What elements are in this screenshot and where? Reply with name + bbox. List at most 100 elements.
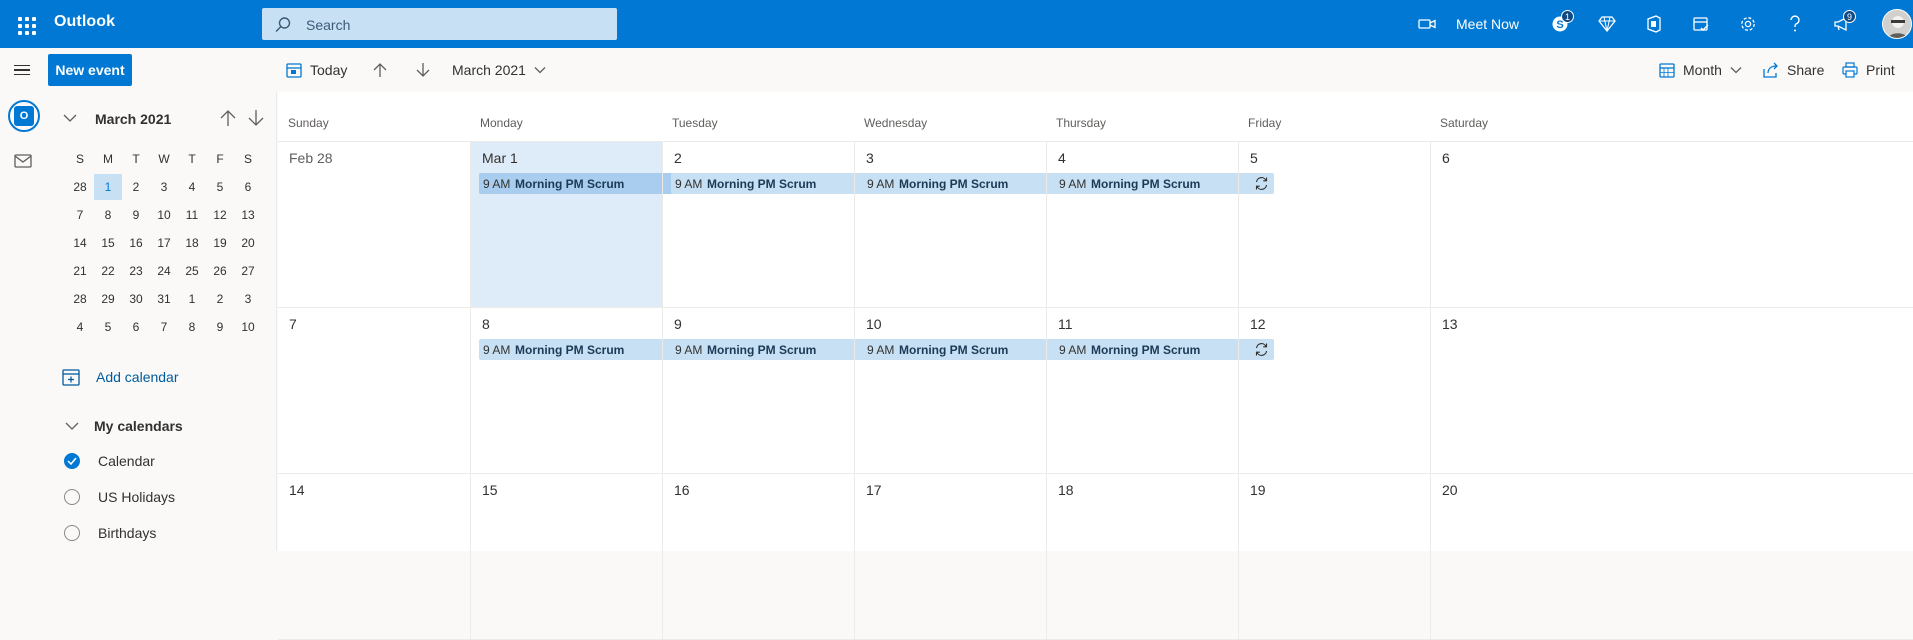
mini-day[interactable]: 28 (66, 174, 94, 200)
mini-day[interactable]: 23 (122, 258, 150, 284)
day-cell[interactable]: 6 (1430, 142, 1625, 307)
day-cell[interactable]: 7 (278, 308, 470, 473)
mini-day[interactable]: 30 (122, 286, 150, 312)
app-title[interactable]: Outlook (54, 13, 115, 31)
mini-day[interactable]: 13 (234, 202, 262, 228)
mini-day[interactable]: 15 (94, 230, 122, 256)
calendar-item-us-holidays[interactable]: US Holidays (64, 485, 175, 509)
next-month-button[interactable] (415, 54, 439, 86)
mini-day[interactable]: 17 (150, 230, 178, 256)
calendar-item-calendar[interactable]: Calendar (64, 449, 155, 473)
mini-day[interactable]: 19 (206, 230, 234, 256)
premium-button[interactable] (1591, 8, 1623, 40)
meet-now-button[interactable]: Meet Now (1418, 8, 1519, 40)
today-button[interactable]: Today (286, 54, 347, 86)
mini-day[interactable]: 9 (122, 202, 150, 228)
previous-month-button[interactable] (372, 54, 396, 86)
mini-day[interactable]: 4 (178, 174, 206, 200)
avatar[interactable] (1882, 9, 1912, 39)
mini-previous-button[interactable] (219, 108, 237, 133)
mini-day[interactable]: 3 (150, 174, 178, 200)
day-cell[interactable]: 4 9 AM Morning PM Scrum (1046, 142, 1274, 307)
day-cell[interactable]: 9 9 AM Morning PM Scrum (662, 308, 890, 473)
mini-next-button[interactable] (247, 108, 265, 133)
checkmark-icon[interactable] (64, 453, 80, 469)
mini-day[interactable]: 24 (150, 258, 178, 284)
my-day-button[interactable] (1685, 8, 1717, 40)
day-cell[interactable]: 3 9 AM Morning PM Scrum (854, 142, 1082, 307)
mini-day[interactable]: 5 (94, 314, 122, 340)
settings-button[interactable] (1732, 8, 1764, 40)
mini-day[interactable]: 1 (178, 286, 206, 312)
mini-day[interactable]: 8 (178, 314, 206, 340)
mini-day[interactable]: 20 (234, 230, 262, 256)
notifications-button[interactable]: 9 (1826, 8, 1858, 40)
radio-circle-icon[interactable] (64, 525, 80, 541)
skype-button[interactable]: S 1 (1544, 8, 1576, 40)
new-event-button[interactable]: New event (48, 54, 132, 86)
search-input[interactable]: Search (262, 8, 617, 40)
mini-day[interactable]: 22 (94, 258, 122, 284)
mini-day[interactable]: 27 (234, 258, 262, 284)
mini-day[interactable]: 16 (122, 230, 150, 256)
event-time: 9 AM (675, 177, 703, 191)
app-launcher-icon[interactable] (9, 9, 39, 39)
day-cell[interactable]: 2 9 AM Morning PM Scrum (662, 142, 890, 307)
period-picker[interactable]: March 2021 (452, 54, 546, 86)
mini-day[interactable]: 1 (94, 174, 122, 200)
day-cell[interactable]: 13 (1430, 308, 1625, 473)
help-button[interactable] (1779, 8, 1811, 40)
my-calendars-toggle[interactable]: My calendars (64, 414, 183, 438)
mini-day[interactable]: 6 (122, 314, 150, 340)
event-subject: Morning PM Scrum (707, 343, 817, 357)
mini-day[interactable]: 7 (66, 202, 94, 228)
mini-day[interactable]: 21 (66, 258, 94, 284)
mini-day[interactable]: 4 (66, 314, 94, 340)
mini-day[interactable]: 31 (150, 286, 178, 312)
mini-day[interactable]: 10 (150, 202, 178, 228)
calendar-item-birthdays[interactable]: Birthdays (64, 521, 156, 545)
view-switcher[interactable]: Month (1659, 54, 1742, 86)
mini-day[interactable]: 2 (122, 174, 150, 200)
day-cell[interactable]: 12 (1238, 308, 1430, 473)
day-cell[interactable]: 17 (854, 474, 1046, 639)
day-cell[interactable]: 10 9 AM Morning PM Scrum (854, 308, 1082, 473)
day-cell[interactable]: 11 9 AM Morning PM Scrum (1046, 308, 1274, 473)
day-cell[interactable]: 15 (470, 474, 662, 639)
mini-day[interactable]: 8 (94, 202, 122, 228)
day-cell[interactable]: Feb 28 (278, 142, 470, 307)
mini-day[interactable]: 12 (206, 202, 234, 228)
day-number: 18 (1058, 482, 1074, 498)
mini-day[interactable]: 5 (206, 174, 234, 200)
day-cell[interactable]: 19 (1238, 474, 1430, 639)
radio-circle-icon[interactable] (64, 489, 80, 505)
day-cell[interactable]: 20 (1430, 474, 1625, 639)
day-cell[interactable]: 5 (1238, 142, 1430, 307)
add-calendar-button[interactable]: Add calendar (62, 365, 179, 389)
mini-day[interactable]: 3 (234, 286, 262, 312)
mini-day[interactable]: 26 (206, 258, 234, 284)
mini-day[interactable]: 7 (150, 314, 178, 340)
mini-day[interactable]: 6 (234, 174, 262, 200)
office-button[interactable] (1638, 8, 1670, 40)
mini-day[interactable]: 11 (178, 202, 206, 228)
mini-day[interactable]: 10 (234, 314, 262, 340)
mini-day[interactable]: 14 (66, 230, 94, 256)
day-cell[interactable]: Mar 1 9 AM Morning PM Scrum (470, 142, 698, 307)
day-cell[interactable]: 14 (278, 474, 470, 639)
menu-icon[interactable] (8, 56, 36, 84)
mini-day[interactable]: 25 (178, 258, 206, 284)
mini-day[interactable]: 28 (66, 286, 94, 312)
mail-app-button[interactable] (14, 154, 32, 173)
collapse-mini-calendar-button[interactable] (62, 110, 78, 131)
day-cell[interactable]: 8 9 AM Morning PM Scrum (470, 308, 698, 473)
calendar-app-button[interactable]: O (8, 100, 40, 132)
share-button[interactable]: Share (1763, 54, 1824, 86)
mini-day[interactable]: 2 (206, 286, 234, 312)
print-button[interactable]: Print (1842, 54, 1895, 86)
day-cell[interactable]: 18 (1046, 474, 1238, 639)
day-cell[interactable]: 16 (662, 474, 854, 639)
mini-day[interactable]: 29 (94, 286, 122, 312)
mini-day[interactable]: 18 (178, 230, 206, 256)
mini-day[interactable]: 9 (206, 314, 234, 340)
